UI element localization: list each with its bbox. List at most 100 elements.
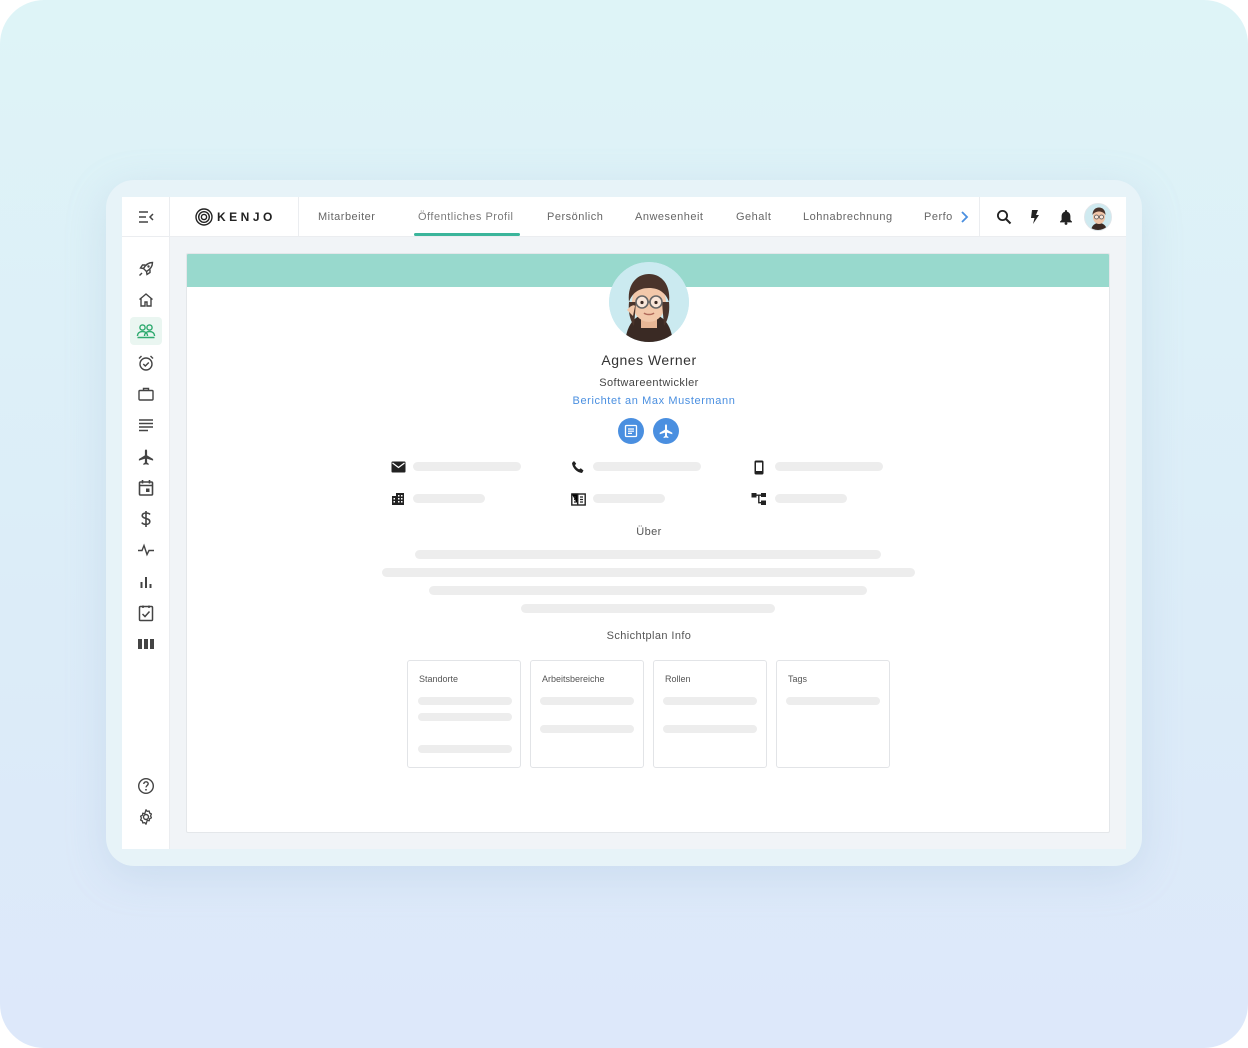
home-icon — [139, 293, 153, 307]
shift-plan-title: Schichtplan Info — [606, 630, 692, 642]
profile-card: Agnes Werner Softwareentwickler Berichte… — [186, 253, 1110, 833]
tabs-scroll-right-button[interactable] — [960, 210, 970, 229]
sidebar-item-start[interactable] — [130, 255, 162, 283]
sidebar-item-reports[interactable] — [130, 568, 162, 596]
checklist-icon — [138, 605, 154, 622]
avatar-illustration-icon — [1085, 204, 1111, 230]
airplane-icon — [659, 424, 673, 439]
dollar-icon — [141, 511, 151, 527]
quick-actions-button[interactable] — [1026, 208, 1044, 226]
alarm-icon — [138, 355, 154, 371]
about-text-line — [415, 550, 881, 559]
company-placeholder — [593, 494, 665, 503]
mobile-placeholder — [775, 462, 883, 471]
shift-box-placeholder — [540, 697, 634, 705]
shift-box-label: Tags — [788, 674, 808, 684]
documents-button[interactable] — [618, 418, 644, 444]
org-chart-icon — [751, 491, 767, 507]
search-button[interactable] — [995, 208, 1013, 226]
sidebar-item-time-off[interactable] — [130, 443, 162, 471]
shift-box-roles: Rollen — [653, 660, 767, 768]
mail-icon — [390, 459, 406, 475]
chevron-right-icon — [961, 211, 969, 223]
active-tab-indicator — [414, 233, 520, 236]
menu-collapse-icon — [138, 211, 154, 223]
settings-icon — [139, 809, 153, 825]
briefcase-icon — [138, 387, 154, 401]
tab-gehalt[interactable]: Gehalt — [736, 197, 771, 237]
shift-box-work-areas: Arbeitsbereiche — [530, 660, 644, 768]
columns-icon — [138, 639, 154, 649]
sidebar-item-tasks[interactable] — [130, 599, 162, 627]
profile-photo — [609, 262, 689, 342]
phone-placeholder — [593, 462, 701, 471]
document-icon — [624, 424, 638, 438]
sidebar-item-attendance[interactable] — [130, 349, 162, 377]
top-bar: KENJO Mitarbeiter Öffentliches Profil Pe… — [122, 197, 1126, 237]
company-icon — [570, 491, 586, 507]
sidebar-item-help[interactable] — [130, 772, 162, 800]
department-placeholder — [775, 494, 847, 503]
rocket-icon — [139, 261, 154, 276]
user-avatar[interactable] — [1084, 203, 1112, 231]
airplane-icon — [138, 449, 154, 465]
logo-text: KENJO — [217, 210, 276, 224]
building-icon — [390, 491, 406, 507]
pulse-icon — [138, 543, 154, 557]
app-screen: KENJO Mitarbeiter Öffentliches Profil Pe… — [122, 197, 1126, 849]
sidebar-item-recruiting[interactable] — [130, 380, 162, 408]
about-title: Über — [636, 526, 662, 538]
reports-to-link[interactable]: Berichtet an Max Mustermann — [187, 395, 1109, 407]
profile-job-title: Softwareentwickler — [599, 377, 699, 389]
menu-toggle-button[interactable] — [122, 197, 170, 237]
shift-box-placeholder — [786, 697, 880, 705]
calendar-icon — [138, 480, 154, 496]
notifications-button[interactable] — [1057, 208, 1075, 226]
search-icon — [997, 210, 1012, 225]
office-placeholder — [413, 494, 485, 503]
mobile-icon — [751, 459, 767, 475]
shift-box-label: Rollen — [665, 674, 691, 684]
bell-icon — [1060, 210, 1072, 225]
shift-box-placeholder — [663, 697, 757, 705]
shift-box-tags: Tags — [776, 660, 890, 768]
topbar-divider — [979, 197, 980, 237]
tab-anwesenheit[interactable]: Anwesenheit — [635, 197, 704, 237]
tab-mitarbeiter[interactable]: Mitarbeiter — [318, 197, 375, 237]
help-icon — [137, 777, 155, 795]
sidebar-item-settings[interactable] — [130, 803, 162, 831]
tab-lohnabrechnung[interactable]: Lohnabrechnung — [803, 197, 893, 237]
people-icon — [136, 324, 156, 339]
tab-performance[interactable]: Perfo — [924, 197, 953, 237]
time-off-button[interactable] — [653, 418, 679, 444]
logo-mark-icon — [195, 208, 213, 226]
shift-box-placeholder — [418, 697, 512, 705]
tab-oeffentliches-profil[interactable]: Öffentliches Profil — [418, 197, 514, 237]
sidebar-item-calendar[interactable] — [130, 474, 162, 502]
phone-icon — [570, 459, 586, 475]
sidebar — [122, 237, 170, 849]
tab-persoenlich[interactable]: Persönlich — [547, 197, 603, 237]
about-text-line — [429, 586, 867, 595]
profile-name: Agnes Werner — [601, 352, 697, 368]
bar-chart-icon — [140, 577, 152, 588]
sidebar-item-documents[interactable] — [130, 411, 162, 439]
sidebar-item-people[interactable] — [130, 317, 162, 345]
shift-box-label: Arbeitsbereiche — [542, 674, 605, 684]
sidebar-item-boards[interactable] — [130, 630, 162, 658]
shift-box-label: Standorte — [419, 674, 459, 684]
kenjo-logo[interactable]: KENJO — [195, 208, 276, 226]
lightning-icon — [1031, 210, 1039, 224]
shift-box-locations: Standorte — [407, 660, 521, 768]
about-text-line — [382, 568, 915, 577]
sidebar-item-home[interactable] — [130, 286, 162, 314]
email-placeholder — [413, 462, 521, 471]
sidebar-item-payroll[interactable] — [130, 505, 162, 533]
shift-box-placeholder — [418, 713, 512, 721]
list-icon — [139, 419, 153, 432]
profile-avatar-illustration-icon — [609, 262, 689, 342]
shift-box-placeholder — [418, 745, 512, 753]
about-text-line — [521, 604, 775, 613]
sidebar-item-pulse[interactable] — [130, 536, 162, 564]
tab-bar: Mitarbeiter Öffentliches Profil Persönli… — [298, 197, 978, 237]
